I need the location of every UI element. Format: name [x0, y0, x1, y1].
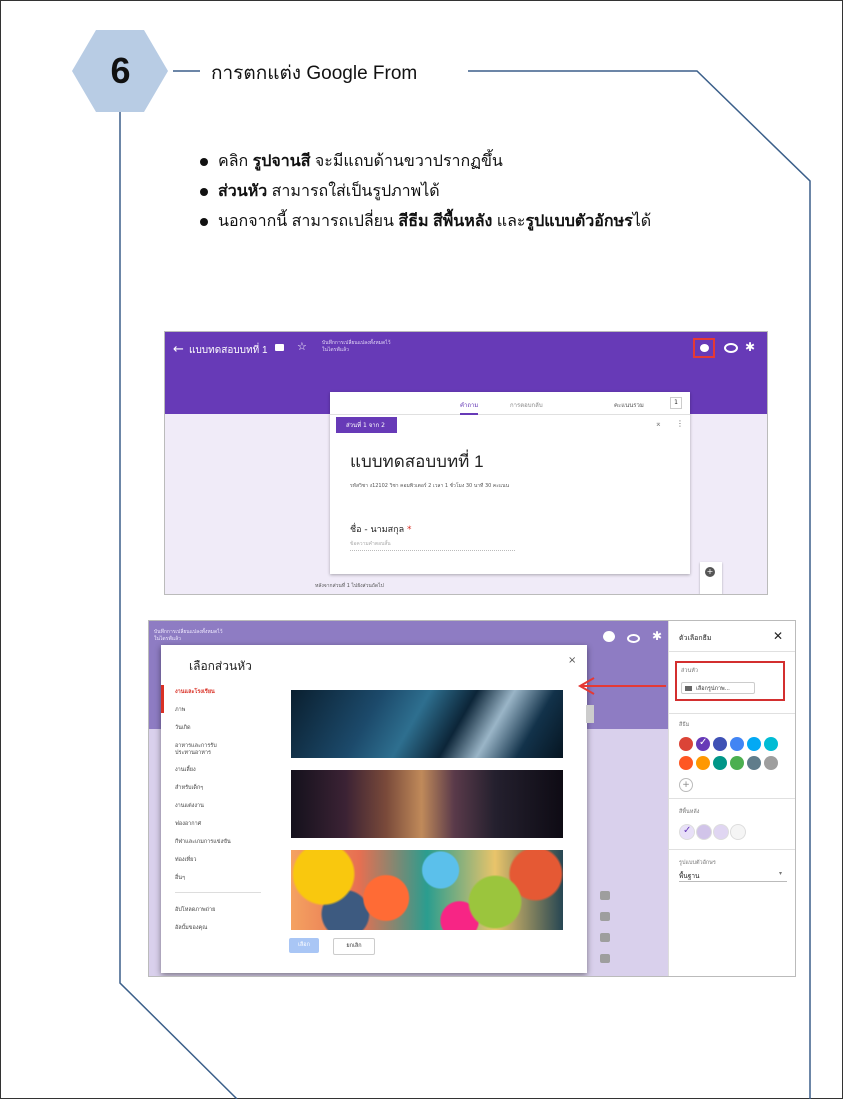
chevron-down-icon[interactable]: ▾: [779, 870, 782, 877]
back-arrow-icon[interactable]: ←: [173, 342, 184, 357]
theme-color-swatch[interactable]: [747, 756, 761, 770]
form-title[interactable]: แบบทดสอบบทที่ 1: [350, 448, 484, 475]
choose-image-button[interactable]: เลือกรูปภาพ...: [681, 682, 755, 694]
form-card: คำถาม การตอบกลับ คะแนนรวม 1 ส่วนที่ 1 จา…: [330, 392, 690, 574]
theme-color-swatch[interactable]: [713, 737, 727, 751]
tab-questions[interactable]: คำถาม: [460, 400, 479, 415]
cancel-button[interactable]: ยกเลิก: [333, 938, 375, 955]
dialog-title: เลือกส่วนหัว: [189, 659, 252, 673]
category-divider: [175, 892, 261, 893]
category-item[interactable]: งานแต่งงาน: [175, 803, 265, 810]
select-underline: [679, 881, 787, 882]
category-item[interactable]: ฟองอากาศ: [175, 821, 265, 828]
category-item[interactable]: กีฬาและเกมการแข่งขัน: [175, 839, 265, 846]
step-number: 6: [110, 50, 131, 91]
after-section-selector[interactable]: หลังจากส่วนที่ 1 ไปยังส่วนถัดไป: [315, 582, 384, 590]
form-description[interactable]: รหัสวิชา ง12102 วิชา คอมพิวเตอร์ 2 เวลา …: [350, 482, 509, 490]
close-icon[interactable]: ×: [568, 655, 576, 666]
theme-color-swatch[interactable]: [764, 737, 778, 751]
screenshot-form-editor: ← แบบทดสอบบทที่ 1 ☆ บันทึกการเปลี่ยนแปลง…: [164, 331, 768, 595]
category-item[interactable]: งานเลี้ยง: [175, 767, 265, 774]
add-question-icon[interactable]: [600, 891, 610, 900]
instruction-list: คลิก รูปจานสี จะมีแถบด้านขวาปรากฏขึ้น ส่…: [196, 150, 651, 240]
short-answer-placeholder: ข้อความคำตอบสั้น: [350, 540, 515, 551]
question-toolbar: +: [700, 562, 722, 594]
required-mark: *: [406, 525, 412, 535]
theme-color-swatch[interactable]: [713, 756, 727, 770]
section-title: การตกแต่ง Google From: [205, 58, 424, 88]
theme-color-swatch[interactable]: [696, 756, 710, 770]
theme-color-swatch[interactable]: [730, 756, 744, 770]
question-toolbar: [595, 891, 615, 975]
select-button[interactable]: เลือก: [289, 938, 319, 953]
folder-icon[interactable]: [275, 344, 284, 351]
add-color-icon[interactable]: +: [679, 778, 693, 792]
font-style-label: รูปแบบตัวอักษร: [679, 860, 716, 866]
background-color-swatch[interactable]: [713, 824, 729, 840]
palette-icon[interactable]: [693, 338, 715, 358]
divider: [669, 651, 795, 652]
divider: [669, 798, 795, 799]
tab-responses[interactable]: การตอบกลับ: [510, 400, 543, 410]
add-video-icon[interactable]: [600, 954, 610, 963]
category-item[interactable]: ภาพ: [175, 707, 265, 714]
theme-options-panel: ตัวเลือกธีม ✕ ส่วนหัว เลือกรูปภาพ... สีธ…: [668, 621, 795, 976]
your-albums-item[interactable]: อัลบั้มของคุณ: [175, 925, 265, 932]
section-badge: ส่วนที่ 1 จาก 2: [336, 417, 397, 433]
theme-color-swatch[interactable]: [730, 737, 744, 751]
scrollbar[interactable]: [586, 705, 594, 723]
more-menu-icon[interactable]: ⋮: [676, 419, 684, 428]
theme-color-swatch[interactable]: [696, 737, 710, 751]
preview-eye-icon[interactable]: [724, 343, 738, 353]
saved-status: บันทึกการเปลี่ยนแปลงทั้งหมดไว้ ในไดรฟ์แล…: [154, 629, 223, 642]
background-color-label: สีพื้นหลัง: [679, 809, 700, 815]
score-label: คะแนนรวม: [614, 402, 644, 409]
list-item: คลิก รูปจานสี จะมีแถบด้านขวาปรากฏขึ้น: [196, 150, 651, 180]
background-color-swatch[interactable]: [696, 824, 712, 840]
close-icon[interactable]: ✕: [773, 629, 783, 643]
gear-icon[interactable]: ✱: [745, 340, 755, 354]
theme-color-swatch[interactable]: [764, 756, 778, 770]
divider: [669, 713, 795, 714]
theme-color-swatch[interactable]: [747, 737, 761, 751]
star-icon[interactable]: ☆: [297, 340, 307, 353]
theme-color-swatch[interactable]: [679, 756, 693, 770]
divider: [669, 849, 795, 850]
collapse-icon[interactable]: ⌅: [655, 419, 662, 428]
header-highlight-box: ส่วนหัว เลือกรูปภาพ...: [675, 661, 785, 701]
list-item: ส่วนหัว สามารถใส่เป็นรูปภาพได้: [196, 180, 651, 210]
form-tabs: คำถาม การตอบกลับ คะแนนรวม 1: [330, 392, 690, 415]
category-item[interactable]: อาหารและการรับ ประทานอาหาร: [175, 743, 265, 757]
background-color-swatch[interactable]: [679, 824, 695, 840]
category-item[interactable]: อื่นๆ: [175, 875, 265, 882]
header-picker-dialog: เลือกส่วนหัว × งานและโรงเรียน ภาพ วันเกิ…: [161, 645, 594, 973]
add-title-icon[interactable]: [600, 912, 610, 921]
panel-title: ตัวเลือกธีม: [679, 634, 712, 642]
active-category-indicator: [161, 685, 164, 713]
category-item[interactable]: ท่องเที่ยว: [175, 857, 265, 864]
add-image-icon[interactable]: [600, 933, 610, 942]
screenshot-header-picker: บันทึกการเปลี่ยนแปลงทั้งหมดไว้ ในไดรฟ์แล…: [148, 620, 796, 977]
saved-status: บันทึกการเปลี่ยนแปลงทั้งหมดไว้ ในไดรฟ์แล…: [322, 340, 391, 353]
list-item: นอกจากนี้ สามารถเปลี่ยน สีธีม สีพื้นหลัง…: [196, 210, 651, 240]
form-name: แบบทดสอบบทที่ 1: [189, 345, 268, 356]
theme-color-swatch[interactable]: [679, 737, 693, 751]
category-item[interactable]: วันเกิด: [175, 725, 265, 732]
upload-photo-item[interactable]: อัปโหลดภาพถ่าย: [175, 907, 265, 914]
header-image-option[interactable]: [291, 850, 563, 930]
palette-icon[interactable]: [603, 631, 615, 642]
score-value: 1: [670, 397, 682, 409]
header-label: ส่วนหัว: [681, 668, 698, 674]
gear-icon[interactable]: ✱: [652, 629, 662, 643]
header-image-option[interactable]: [291, 690, 563, 758]
category-item[interactable]: งานและโรงเรียน: [175, 689, 265, 696]
preview-eye-icon[interactable]: [627, 634, 640, 643]
add-question-icon[interactable]: +: [705, 567, 715, 577]
question-label[interactable]: ชื่อ - นามสกุล *: [350, 522, 411, 536]
header-image-option[interactable]: [291, 770, 563, 838]
theme-color-label: สีธีม: [679, 722, 690, 728]
font-style-select[interactable]: พื้นฐาน: [679, 871, 699, 881]
background-color-swatch[interactable]: [730, 824, 746, 840]
category-item[interactable]: สำหรับเด็กๆ: [175, 785, 265, 792]
